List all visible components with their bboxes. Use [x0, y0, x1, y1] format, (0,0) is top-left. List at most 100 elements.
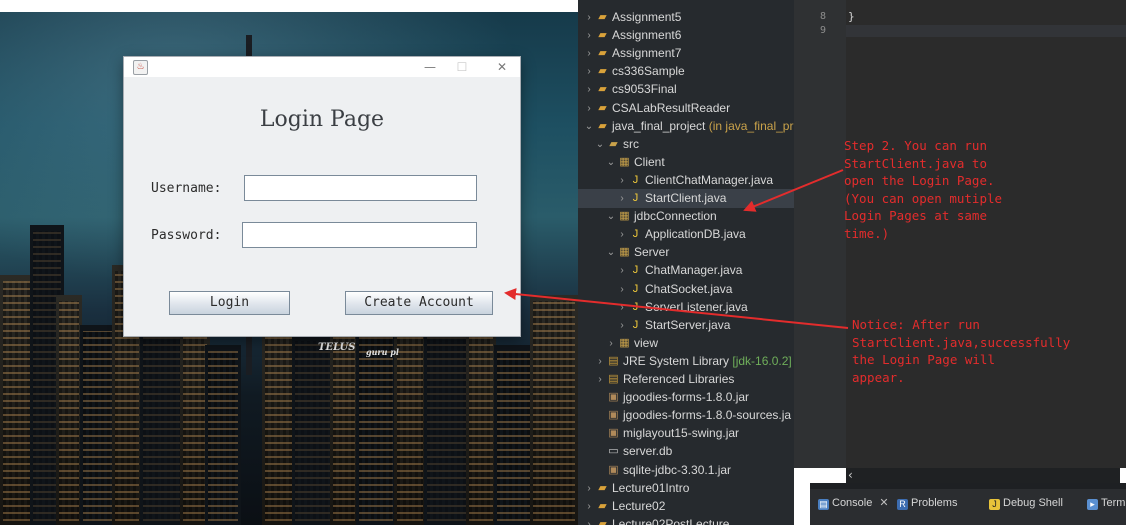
close-button[interactable]: ✕	[484, 57, 520, 77]
tree-item-label: ChatSocket.java	[645, 281, 733, 296]
tree-item-label: Lecture01Intro	[612, 480, 690, 495]
bottom-panel-tabs: ▤ Console ✕ R Problems J Debug Shell ▸ Termi	[810, 483, 1126, 525]
tree-item[interactable]: › ▰ Lecture01Intro	[578, 479, 794, 498]
tree-item-label: Lecture02PostLecture	[612, 516, 730, 525]
chevron-right-icon[interactable]: ›	[617, 189, 627, 208]
tree-item[interactable]: › ▰ Assignment6	[578, 26, 794, 45]
tree-item-label: StartServer.java	[645, 317, 731, 332]
jar-icon: ▣	[608, 409, 619, 422]
chevron-right-icon[interactable]: ›	[584, 26, 594, 45]
minimize-button[interactable]: —	[412, 57, 448, 77]
tree-item[interactable]: › ▰ CSALabResultReader	[578, 99, 794, 118]
tree-item[interactable]: › ▤ JRE System Library [jdk-16.0.2]	[578, 352, 794, 371]
tree-item-decoration: [jdk-16.0.2]	[729, 353, 792, 368]
tree-item-label: Assignment6	[612, 28, 682, 43]
tree-item[interactable]: › ▦ view	[578, 334, 794, 353]
chevron-down-icon[interactable]: ⌄	[606, 153, 616, 172]
chevron-right-icon[interactable]: ›	[595, 370, 605, 389]
chevron-right-icon[interactable]: ›	[617, 171, 627, 190]
tree-item[interactable]: › J StartServer.java	[578, 316, 794, 335]
project-icon: ▰	[598, 499, 607, 512]
horizontal-scrollbar[interactable]	[846, 468, 1120, 483]
tree-item[interactable]: › J StartClient.java	[578, 189, 794, 208]
tree-item[interactable]: › ▰ Assignment5	[578, 8, 794, 27]
tab-console[interactable]: ▤ Console ✕	[818, 495, 889, 511]
tree-item[interactable]: › ▤ Referenced Libraries	[578, 370, 794, 389]
tree-item[interactable]: › ▰ Assignment7	[578, 44, 794, 63]
chevron-right-icon[interactable]: ›	[584, 479, 594, 498]
tree-item[interactable]: › J ClientChatManager.java	[578, 171, 794, 190]
chevron-right-icon[interactable]: ›	[584, 62, 594, 81]
tree-item-label: jgoodies-forms-1.8.0.jar	[623, 390, 750, 405]
tree-item[interactable]: ⌄ ▦ Server	[578, 243, 794, 262]
tab-debug-shell-label: Debug Shell	[1003, 497, 1063, 509]
tree-item[interactable]: ⌄ ▰ src	[578, 135, 794, 154]
jar-icon: ▣	[608, 463, 619, 476]
chevron-down-icon[interactable]: ⌄	[595, 135, 605, 154]
tree-item[interactable]: ▣ jgoodies-forms-1.8.0-sources.ja	[578, 406, 794, 425]
tab-terminal[interactable]: ▸ Termi	[1087, 495, 1126, 511]
tree-item[interactable]: ▭ server.db	[578, 442, 794, 461]
source-folder-icon: ▰	[609, 137, 618, 150]
tree-item[interactable]: › ▰ Lecture02	[578, 497, 794, 516]
chevron-down-icon[interactable]: ⌄	[584, 117, 594, 136]
chevron-right-icon[interactable]: ›	[584, 497, 594, 516]
chevron-right-icon[interactable]: ›	[584, 80, 594, 99]
building	[356, 310, 396, 525]
tree-item[interactable]: ⌄ ▰ java_final_project (in java_final_pro	[578, 117, 794, 136]
tab-problems[interactable]: R Problems	[897, 495, 957, 511]
current-line-highlight	[846, 25, 1126, 37]
tree-item[interactable]: ⌄ ▦ Client	[578, 153, 794, 172]
library-icon: ▤	[608, 373, 619, 385]
maximize-button[interactable]: ☐	[444, 57, 480, 77]
package-icon: ▦	[619, 155, 630, 168]
chevron-down-icon[interactable]: ⌄	[606, 207, 616, 226]
jar-icon: ▣	[608, 391, 619, 404]
chevron-right-icon[interactable]: ›	[606, 334, 616, 353]
tree-item[interactable]: › ▰ cs336Sample	[578, 62, 794, 81]
tree-item[interactable]: › J ChatSocket.java	[578, 280, 794, 299]
tree-item-label: Server	[634, 245, 670, 260]
tree-item[interactable]: ▣ miglayout15-swing.jar	[578, 424, 794, 443]
chevron-right-icon[interactable]: ›	[584, 515, 594, 525]
tab-debug-shell[interactable]: J Debug Shell	[989, 495, 1063, 511]
tree-item[interactable]: ▣ jgoodies-forms-1.8.0.jar	[578, 388, 794, 407]
window-titlebar[interactable]: ♨ — ☐ ✕	[124, 57, 520, 77]
tab-console-close-icon[interactable]: ✕	[879, 497, 888, 509]
tree-item-label: JRE System Library [jdk-16.0.2]	[623, 353, 792, 368]
chevron-right-icon[interactable]: ›	[617, 298, 627, 317]
chevron-right-icon[interactable]: ›	[617, 280, 627, 299]
scroll-left-icon[interactable]: ‹	[848, 468, 862, 483]
tree-item[interactable]: › J ChatManager.java	[578, 261, 794, 280]
chevron-right-icon[interactable]: ›	[617, 316, 627, 335]
tree-item[interactable]: › J ServerListener.java	[578, 298, 794, 317]
tree-item[interactable]: › J ApplicationDB.java	[578, 225, 794, 244]
code-line: }	[848, 10, 855, 23]
chevron-right-icon[interactable]: ›	[617, 261, 627, 280]
tree-item[interactable]: ▣ sqlite-jdbc-3.30.1.jar	[578, 461, 794, 480]
terminal-icon: ▸	[1087, 499, 1098, 510]
building	[205, 345, 241, 525]
tree-item[interactable]: › ▰ Lecture02PostLecture	[578, 515, 794, 525]
java-file-icon: J	[632, 282, 639, 295]
tree-item-label: Client	[634, 154, 665, 169]
username-input[interactable]	[244, 175, 477, 201]
chevron-right-icon[interactable]: ›	[617, 225, 627, 244]
chevron-right-icon[interactable]: ›	[584, 8, 594, 27]
debug-shell-icon: J	[989, 499, 1000, 510]
chevron-down-icon[interactable]: ⌄	[606, 243, 616, 262]
chevron-right-icon[interactable]: ›	[584, 99, 594, 118]
project-icon: ▰	[598, 47, 607, 60]
project-icon: ▰	[598, 29, 607, 42]
login-button[interactable]: Login	[169, 291, 290, 315]
tree-item[interactable]: › ▰ cs9053Final	[578, 80, 794, 99]
chevron-right-icon[interactable]: ›	[595, 352, 605, 371]
chevron-right-icon[interactable]: ›	[584, 44, 594, 63]
java-file-icon: J	[632, 318, 639, 331]
tree-item-label: StartClient.java	[645, 191, 727, 205]
tree-item[interactable]: ⌄ ▦ jdbcConnection	[578, 207, 794, 226]
tree-item-label: cs336Sample	[612, 64, 685, 79]
password-input[interactable]	[242, 222, 477, 248]
create-account-button[interactable]: Create Account	[345, 291, 493, 315]
library-icon: ▤	[608, 354, 619, 367]
